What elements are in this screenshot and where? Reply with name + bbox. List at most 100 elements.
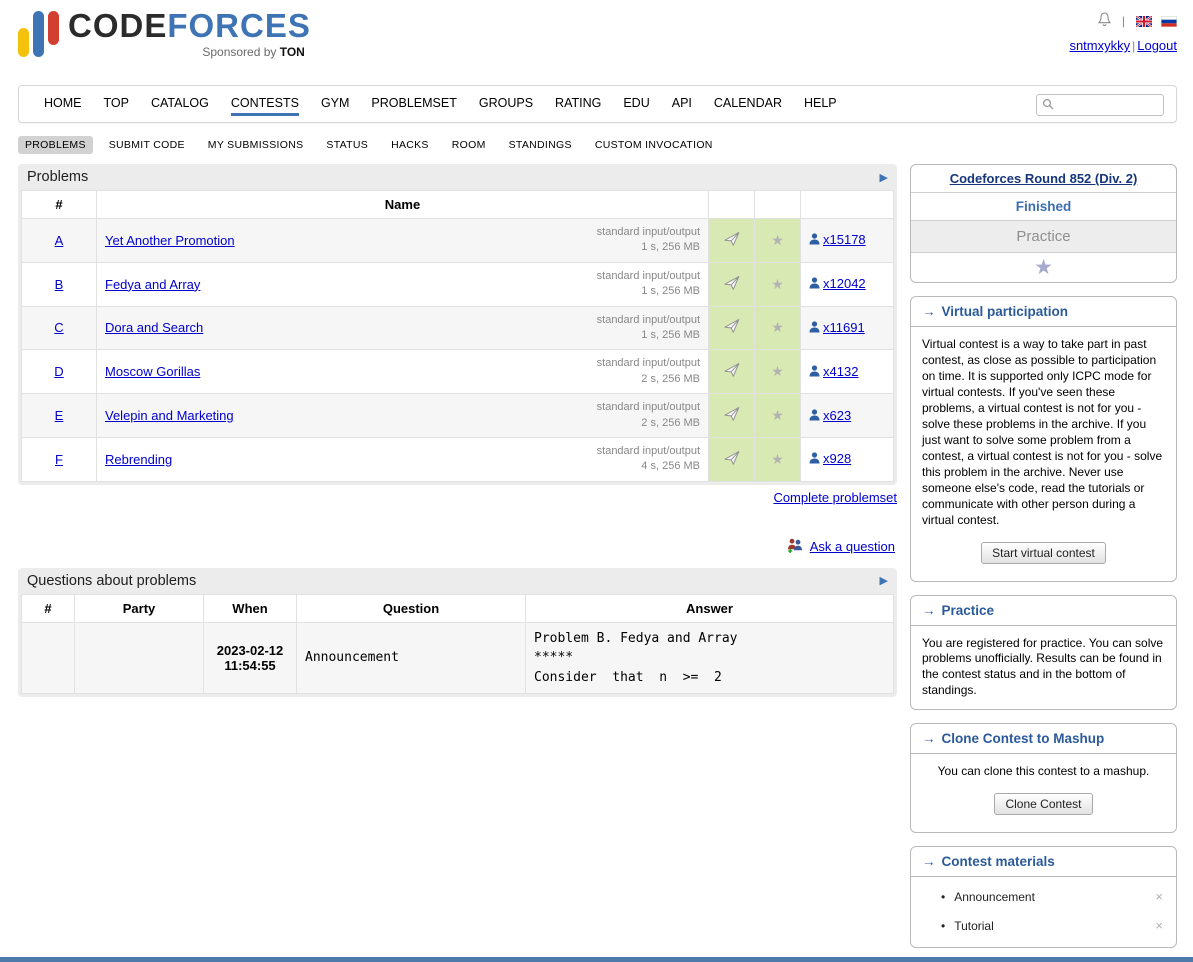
- box-title: Clone Contest to Mashup: [942, 731, 1105, 746]
- nav-item-gym[interactable]: GYM: [310, 86, 360, 122]
- problem-row: E Velepin and Marketingstandard input/ou…: [22, 394, 894, 438]
- nav-item-rating[interactable]: RATING: [544, 86, 612, 122]
- contest-tab-standings[interactable]: STANDINGS: [502, 136, 579, 154]
- nav-label: API: [672, 92, 692, 116]
- nav-item-edu[interactable]: EDU: [612, 86, 660, 122]
- favorite-star-icon[interactable]: ★: [771, 363, 784, 379]
- nav-item-calendar[interactable]: CALENDAR: [703, 86, 793, 122]
- page: { "colors": { "link_blue": "#0000cc", "a…: [0, 0, 1193, 962]
- page-header: CODEFORCES Sponsored by TON | sntmxykky|…: [0, 0, 1193, 82]
- user-handle-link[interactable]: sntmxykky: [1069, 38, 1130, 53]
- problem-name-link[interactable]: Dora and Search: [105, 320, 203, 335]
- problem-index-link[interactable]: B: [55, 277, 64, 292]
- solved-count-link[interactable]: x623: [823, 408, 851, 423]
- nav-item-contests[interactable]: CONTESTS: [220, 86, 310, 122]
- contest-tab-room[interactable]: ROOM: [445, 136, 493, 154]
- nav-label: HELP: [804, 92, 837, 116]
- contest-tab-my-submissions[interactable]: MY SUBMISSIONS: [201, 136, 311, 154]
- nav-item-api[interactable]: API: [661, 86, 703, 122]
- nav-item-groups[interactable]: GROUPS: [468, 86, 544, 122]
- problem-limits: standard input/output1 s, 256 MB: [597, 313, 700, 344]
- nav-item-top[interactable]: TOP: [93, 86, 140, 122]
- problem-name-link[interactable]: Moscow Gorillas: [105, 364, 200, 379]
- nav-item-help[interactable]: HELP: [793, 86, 848, 122]
- contest-tab-problems[interactable]: PROBLEMS: [18, 136, 93, 154]
- problem-index-link[interactable]: D: [54, 364, 63, 379]
- question-when: 2023-02-12 11:54:55: [204, 622, 297, 694]
- practice-body: You are registered for practice. You can…: [911, 626, 1176, 710]
- contest-favorite-star-icon[interactable]: ★: [1034, 256, 1053, 279]
- contest-tab-status[interactable]: STATUS: [319, 136, 375, 154]
- search-input[interactable]: [1058, 97, 1158, 113]
- col-header-question: Question: [297, 594, 526, 622]
- nav-item-problemset[interactable]: PROBLEMSET: [360, 86, 467, 122]
- question-party: [75, 622, 204, 694]
- contest-materials-caption: → Contest materials: [911, 847, 1176, 877]
- problem-limits: standard input/output4 s, 256 MB: [597, 444, 700, 475]
- ask-question-row: Ask a question: [20, 538, 895, 556]
- problem-index-link[interactable]: C: [54, 320, 63, 335]
- arrow-icon: →: [922, 854, 936, 869]
- remove-material-icon[interactable]: ×: [1155, 918, 1163, 933]
- contest-tab-submit-code[interactable]: SUBMIT CODE: [102, 136, 192, 154]
- contest-tab-hacks[interactable]: HACKS: [384, 136, 436, 154]
- virtual-participation-caption: → Virtual participation: [911, 297, 1176, 327]
- clone-contest-button[interactable]: Clone Contest: [994, 793, 1092, 815]
- material-tutorial-link[interactable]: Tutorial: [954, 919, 994, 933]
- flag-ru-icon[interactable]: [1161, 16, 1177, 27]
- solved-count-link[interactable]: x928: [823, 451, 851, 466]
- codeforces-logo[interactable]: CODEFORCES Sponsored by TON: [18, 8, 311, 82]
- contest-nav: PROBLEMS SUBMIT CODE MY SUBMISSIONS STAT…: [18, 136, 1175, 154]
- nav-label: CONTESTS: [231, 92, 299, 116]
- favorite-star-icon[interactable]: ★: [771, 319, 784, 335]
- search-icon[interactable]: [1042, 98, 1054, 113]
- nav-label: RATING: [555, 92, 601, 116]
- material-item: • Tutorial ×: [911, 911, 1176, 940]
- contest-status: Finished: [911, 193, 1176, 221]
- material-announcement-link[interactable]: Announcement: [954, 890, 1035, 904]
- arrow-icon: →: [922, 603, 936, 618]
- problem-name-link[interactable]: Velepin and Marketing: [105, 408, 234, 423]
- participation-mode-row: Practice: [911, 221, 1176, 253]
- start-virtual-contest-button[interactable]: Start virtual contest: [981, 542, 1106, 564]
- user-icon: [809, 452, 820, 467]
- questions-table: # Party When Question Answer 2023-02-12 …: [21, 594, 894, 695]
- col-header-num: #: [22, 594, 75, 622]
- ask-question-link[interactable]: Ask a question: [810, 539, 895, 554]
- paper-plane-icon: [724, 322, 740, 337]
- participation-mode: Practice: [1016, 228, 1070, 245]
- remove-material-icon[interactable]: ×: [1155, 889, 1163, 904]
- favorite-star-icon[interactable]: ★: [771, 407, 784, 423]
- problem-name-link[interactable]: Rebrending: [105, 452, 172, 467]
- favorite-star-icon[interactable]: ★: [771, 451, 784, 467]
- problem-name-link[interactable]: Fedya and Array: [105, 277, 200, 292]
- arrow-icon: →: [922, 304, 936, 319]
- solved-count-link[interactable]: x4132: [823, 364, 858, 379]
- complete-problemset-row: Complete problemset: [18, 490, 897, 505]
- solved-count-link[interactable]: x11691: [823, 320, 865, 335]
- user-icon: [809, 233, 820, 248]
- problem-index-link[interactable]: A: [55, 233, 64, 248]
- complete-problemset-link[interactable]: Complete problemset: [773, 490, 897, 505]
- nav-item-home[interactable]: HOME: [33, 86, 93, 122]
- problems-caption: Problems: [27, 169, 88, 185]
- favorite-star-icon[interactable]: ★: [771, 232, 784, 248]
- clone-mashup-box: → Clone Contest to Mashup You can clone …: [910, 723, 1177, 833]
- solved-count-link[interactable]: x15178: [823, 232, 866, 247]
- logout-link[interactable]: Logout: [1137, 38, 1177, 53]
- notification-bell-icon[interactable]: [1098, 12, 1111, 30]
- contest-tab-custom-invocation[interactable]: CUSTOM INVOCATION: [588, 136, 720, 154]
- col-header-when: When: [204, 594, 297, 622]
- problem-index-link[interactable]: E: [55, 408, 64, 423]
- nav-item-catalog[interactable]: CATALOG: [140, 86, 220, 122]
- problem-index-link[interactable]: F: [55, 452, 63, 467]
- favorite-star-icon[interactable]: ★: [771, 276, 784, 292]
- problem-name-link[interactable]: Yet Another Promotion: [105, 233, 235, 248]
- nav-label: GYM: [321, 92, 349, 116]
- solved-count-link[interactable]: x12042: [823, 276, 866, 291]
- collapse-arrow-icon[interactable]: ▶: [880, 171, 888, 184]
- contest-title-link[interactable]: Codeforces Round 852 (Div. 2): [950, 171, 1138, 186]
- flag-en-icon[interactable]: [1136, 16, 1152, 27]
- clone-button-row: Clone Contest: [922, 793, 1165, 815]
- collapse-arrow-icon[interactable]: ▶: [880, 574, 888, 587]
